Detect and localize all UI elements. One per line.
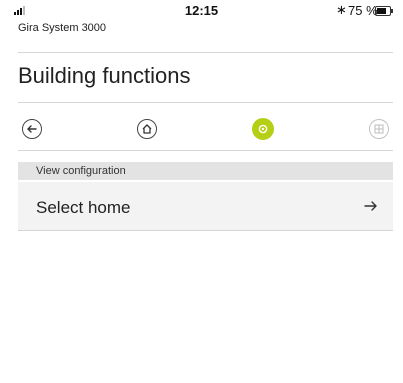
home-button[interactable] xyxy=(137,119,157,139)
home-icon xyxy=(142,124,152,134)
divider xyxy=(18,150,393,151)
arrow-right-icon xyxy=(364,201,377,211)
arrow-left-icon xyxy=(27,125,37,133)
row-label: Select home xyxy=(36,198,131,217)
divider xyxy=(18,52,393,53)
bluetooth-icon: ∗ xyxy=(336,2,347,17)
grid-icon xyxy=(374,124,384,134)
select-home-row[interactable]: Select home xyxy=(18,182,393,230)
battery-icon xyxy=(375,6,391,16)
status-bar: 12:15 ∗ 75 % xyxy=(0,0,403,22)
grid-button[interactable] xyxy=(369,119,389,139)
divider xyxy=(18,230,393,231)
battery-percentage: 75 % xyxy=(348,3,378,18)
section-header: View configuration xyxy=(18,162,393,180)
page-title: Building functions xyxy=(18,63,191,88)
divider xyxy=(18,102,393,103)
back-button[interactable] xyxy=(22,119,42,139)
app-title: Gira System 3000 xyxy=(18,22,107,34)
battery-tip xyxy=(391,9,393,13)
gear-icon xyxy=(258,124,268,134)
settings-button[interactable] xyxy=(252,118,274,140)
